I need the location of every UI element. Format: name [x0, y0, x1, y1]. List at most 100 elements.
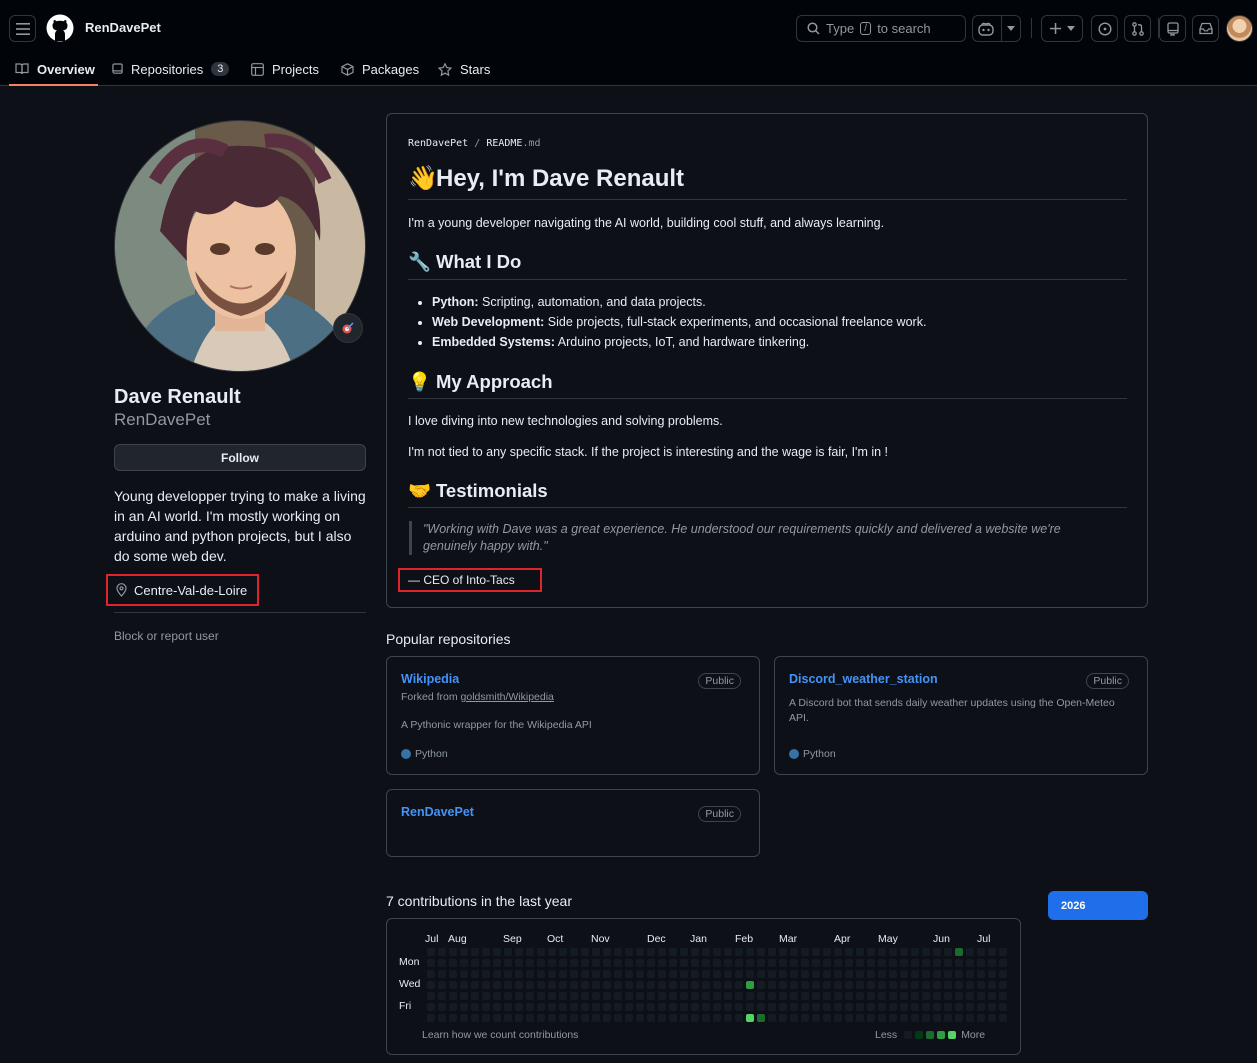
contribution-cell[interactable]: [449, 1014, 457, 1022]
contribution-cell[interactable]: [680, 959, 688, 967]
contribution-cell[interactable]: [581, 1003, 589, 1011]
contribution-cell[interactable]: [911, 981, 919, 989]
header-username[interactable]: RenDavePet: [85, 20, 161, 35]
contribution-cell[interactable]: [713, 992, 721, 1000]
contribution-cell[interactable]: [911, 948, 919, 956]
contribution-cell[interactable]: [911, 970, 919, 978]
fork-source-link[interactable]: goldsmith/Wikipedia: [461, 691, 554, 703]
contribution-cell[interactable]: [471, 992, 479, 1000]
contribution-cell[interactable]: [999, 992, 1007, 1000]
contribution-cell[interactable]: [790, 981, 798, 989]
contribution-cell[interactable]: [867, 970, 875, 978]
contribution-cell[interactable]: [988, 959, 996, 967]
contribution-cell[interactable]: [812, 948, 820, 956]
contribution-cell[interactable]: [779, 981, 787, 989]
contribution-cell[interactable]: [438, 992, 446, 1000]
contribution-cell[interactable]: [691, 948, 699, 956]
menu-button[interactable]: [9, 15, 36, 42]
contribution-cell[interactable]: [757, 970, 765, 978]
contribution-cell[interactable]: [592, 1003, 600, 1011]
contribution-cell[interactable]: [537, 1014, 545, 1022]
contribution-cell[interactable]: [493, 970, 501, 978]
contribution-cell[interactable]: [570, 1003, 578, 1011]
contribution-cell[interactable]: [878, 981, 886, 989]
contribution-cell[interactable]: [592, 1014, 600, 1022]
contribution-cell[interactable]: [988, 970, 996, 978]
contribution-cell[interactable]: [955, 1003, 963, 1011]
contribution-cell[interactable]: [900, 948, 908, 956]
contribution-cell[interactable]: [614, 1003, 622, 1011]
contribution-cell[interactable]: [878, 948, 886, 956]
contribution-cell[interactable]: [559, 970, 567, 978]
contribution-cell[interactable]: [471, 970, 479, 978]
contribution-cell[interactable]: [823, 981, 831, 989]
contribution-cell[interactable]: [570, 981, 578, 989]
contribution-cell[interactable]: [438, 959, 446, 967]
contribution-cell[interactable]: [460, 948, 468, 956]
contribution-cell[interactable]: [900, 970, 908, 978]
contribution-cell[interactable]: [966, 948, 974, 956]
contribution-cell[interactable]: [889, 970, 897, 978]
year-2026-button[interactable]: 2026: [1048, 891, 1148, 920]
contribution-cell[interactable]: [537, 981, 545, 989]
contribution-cell[interactable]: [856, 1003, 864, 1011]
contribution-cell[interactable]: [999, 1003, 1007, 1011]
contribution-cell[interactable]: [878, 1014, 886, 1022]
contribution-cell[interactable]: [515, 970, 523, 978]
readme-path-user[interactable]: RenDavePet: [408, 138, 468, 149]
contribution-cell[interactable]: [581, 959, 589, 967]
contribution-cell[interactable]: [680, 1003, 688, 1011]
contribution-cell[interactable]: [427, 1014, 435, 1022]
learn-contributions-link[interactable]: Learn how we count contributions: [422, 1029, 578, 1041]
pull-requests-button[interactable]: [1124, 15, 1151, 42]
contribution-cell[interactable]: [636, 970, 644, 978]
contribution-cell[interactable]: [757, 959, 765, 967]
contribution-cell[interactable]: [691, 981, 699, 989]
contribution-cell[interactable]: [845, 992, 853, 1000]
contribution-cell[interactable]: [801, 992, 809, 1000]
contribution-cell[interactable]: [768, 1014, 776, 1022]
contribution-cell[interactable]: [768, 1003, 776, 1011]
contribution-cell[interactable]: [526, 1003, 534, 1011]
contribution-cell[interactable]: [944, 992, 952, 1000]
contribution-cell[interactable]: [581, 992, 589, 1000]
contribution-cell[interactable]: [955, 970, 963, 978]
contribution-cell[interactable]: [724, 992, 732, 1000]
contribution-cell[interactable]: [955, 992, 963, 1000]
contribution-cell[interactable]: [570, 1014, 578, 1022]
contribution-cell[interactable]: [680, 992, 688, 1000]
contribution-cell[interactable]: [823, 992, 831, 1000]
contribution-cell[interactable]: [427, 1003, 435, 1011]
create-new-button[interactable]: [1041, 15, 1083, 42]
contribution-cell[interactable]: [966, 1014, 974, 1022]
contribution-cell[interactable]: [955, 948, 963, 956]
contribution-cell[interactable]: [449, 970, 457, 978]
readme-path-file[interactable]: README: [486, 138, 522, 149]
contribution-cell[interactable]: [482, 992, 490, 1000]
contribution-cell[interactable]: [812, 992, 820, 1000]
repo-name-link[interactable]: Wikipedia: [401, 672, 459, 686]
contribution-cell[interactable]: [922, 992, 930, 1000]
contribution-cell[interactable]: [581, 970, 589, 978]
contribution-cell[interactable]: [889, 981, 897, 989]
contribution-cell[interactable]: [834, 1003, 842, 1011]
contribution-cell[interactable]: [757, 1014, 765, 1022]
contribution-cell[interactable]: [746, 948, 754, 956]
contribution-cell[interactable]: [878, 970, 886, 978]
contribution-cell[interactable]: [922, 959, 930, 967]
contribution-cell[interactable]: [988, 992, 996, 1000]
contribution-cell[interactable]: [669, 970, 677, 978]
contribution-cell[interactable]: [867, 1003, 875, 1011]
contribution-cell[interactable]: [647, 959, 655, 967]
contribution-cell[interactable]: [801, 981, 809, 989]
contribution-cell[interactable]: [548, 1014, 556, 1022]
contribution-cell[interactable]: [680, 981, 688, 989]
contribution-cell[interactable]: [702, 1003, 710, 1011]
contribution-cell[interactable]: [856, 992, 864, 1000]
contribution-cell[interactable]: [988, 981, 996, 989]
contribution-cell[interactable]: [493, 1014, 501, 1022]
contribution-cell[interactable]: [592, 970, 600, 978]
contribution-cell[interactable]: [438, 1014, 446, 1022]
contribution-cell[interactable]: [713, 948, 721, 956]
contribution-cell[interactable]: [647, 1014, 655, 1022]
